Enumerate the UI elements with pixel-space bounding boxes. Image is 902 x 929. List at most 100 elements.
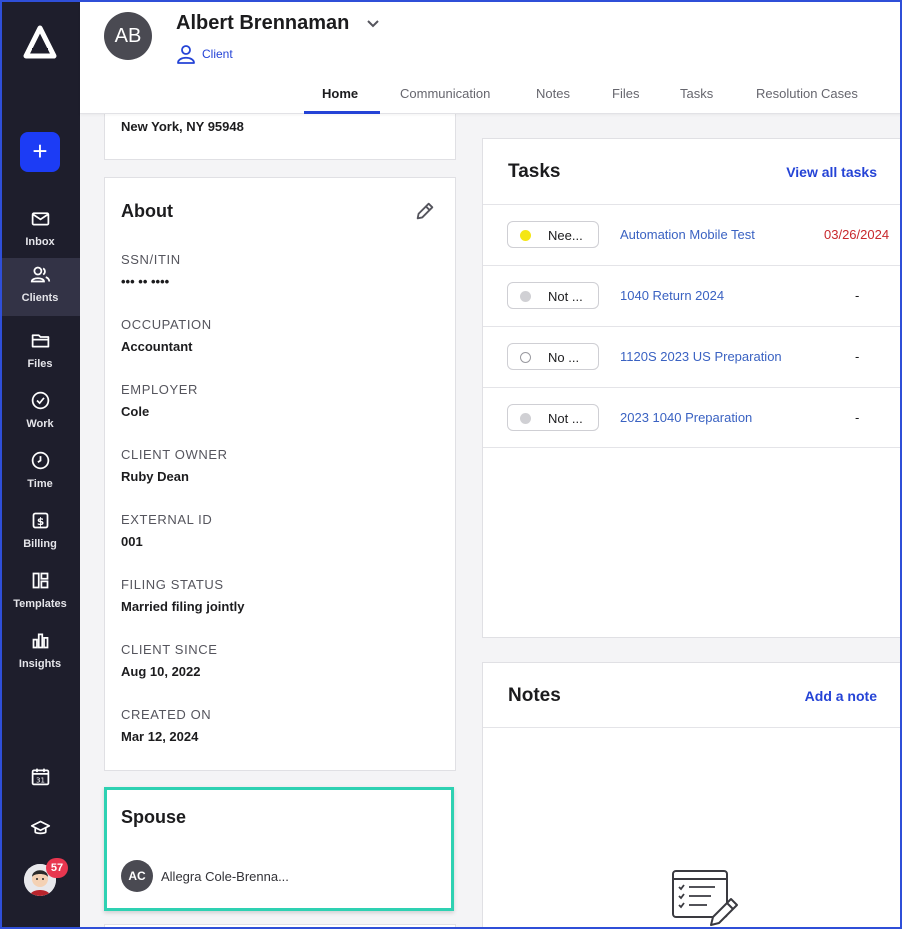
task-row[interactable]: No ... 1120S 2023 US Preparation -	[483, 326, 902, 387]
tab-files[interactable]: Files	[612, 86, 639, 101]
field-employer: EMPLOYER Cole	[121, 382, 198, 419]
spouse-name-link[interactable]: Allegra Cole-Brenna...	[161, 869, 289, 884]
app-logo-icon[interactable]	[22, 24, 58, 60]
field-label: CLIENT OWNER	[121, 447, 228, 462]
view-all-tasks-link[interactable]: View all tasks	[786, 164, 877, 180]
sidebar-item-label: Billing	[23, 538, 57, 550]
bar-chart-icon	[32, 633, 49, 649]
empty-notes-illustration-icon	[672, 870, 738, 926]
tab-notes[interactable]: Notes	[536, 86, 570, 101]
task-name-link[interactable]: Automation Mobile Test	[620, 227, 755, 242]
sidebar-item-label: Templates	[13, 598, 67, 610]
field-created-on: CREATED ON Mar 12, 2024	[121, 707, 211, 744]
task-due-date: -	[855, 288, 860, 303]
tasks-title: Tasks	[508, 161, 561, 182]
field-client-owner: CLIENT OWNER Ruby Dean	[121, 447, 228, 484]
mail-icon	[31, 212, 50, 226]
sidebar-item-templates[interactable]: Templates	[0, 564, 80, 622]
svg-text:$: $	[37, 516, 44, 528]
sidebar-item-clients[interactable]: Clients	[0, 258, 80, 316]
status-label: Nee...	[548, 228, 583, 243]
next-card-edge	[104, 924, 456, 929]
status-dot	[520, 413, 531, 424]
sidebar-item-inbox[interactable]: Inbox	[0, 202, 80, 260]
graduation-cap-icon[interactable]	[30, 818, 51, 839]
notes-title: Notes	[508, 685, 561, 706]
client-type-label: Client	[202, 47, 233, 61]
tab-resolution-cases[interactable]: Resolution Cases	[756, 86, 858, 101]
field-filing-status: FILING STATUS Married filing jointly	[121, 577, 245, 614]
notes-card: Notes Add a note	[482, 662, 902, 929]
tab-tasks[interactable]: Tasks	[680, 86, 713, 101]
field-occupation: OCCUPATION Accountant	[121, 317, 212, 354]
about-card: About SSN/ITIN ••• •• •••• OCCUPATION Ac…	[104, 177, 456, 771]
sidebar-item-billing[interactable]: $ Billing	[0, 504, 80, 562]
status-label: Not ...	[548, 411, 583, 426]
person-icon	[177, 45, 195, 64]
field-value: Aug 10, 2022	[121, 664, 201, 679]
templates-icon	[32, 572, 49, 589]
status-label: No ...	[548, 350, 580, 365]
task-name-link[interactable]: 2023 1040 Preparation	[620, 410, 752, 425]
tab-home[interactable]: Home	[322, 86, 358, 101]
sidebar-item-label: Clients	[21, 292, 59, 304]
sidebar-item-time[interactable]: Time	[0, 444, 80, 502]
clock-icon	[31, 451, 50, 470]
divider	[483, 727, 902, 728]
tab-communication[interactable]: Communication	[400, 86, 490, 101]
sidebar-item-files[interactable]: Files	[0, 324, 80, 382]
sidebar-item-label: Time	[27, 478, 53, 490]
notification-badge: 57	[46, 858, 68, 878]
status-dropdown[interactable]: Not ...	[507, 282, 599, 309]
status-dropdown[interactable]: Nee...	[507, 221, 599, 248]
task-due-date: -	[855, 349, 860, 364]
field-label: OCCUPATION	[121, 317, 212, 332]
field-label: CLIENT SINCE	[121, 642, 218, 657]
status-label: Not ...	[548, 289, 583, 304]
field-client-since: CLIENT SINCE Aug 10, 2022	[121, 642, 218, 679]
field-value: Mar 12, 2024	[121, 729, 199, 744]
pencil-icon[interactable]	[414, 200, 436, 222]
about-title: About	[121, 201, 173, 221]
sidebar-item-label: Insights	[18, 658, 62, 670]
add-note-link[interactable]: Add a note	[805, 688, 877, 704]
status-dot	[520, 291, 531, 302]
sidebar-item-label: Files	[27, 358, 53, 370]
field-value: 001	[121, 534, 143, 549]
svg-text:31: 31	[36, 777, 45, 785]
task-row[interactable]: Not ... 1040 Return 2024 -	[483, 265, 902, 326]
sidebar-item-label: Inbox	[25, 236, 55, 248]
sidebar-item-work[interactable]: Work	[0, 384, 80, 442]
field-label: SSN/ITIN	[121, 252, 181, 267]
sidebar-item-label: Work	[26, 418, 54, 430]
users-icon	[30, 266, 51, 283]
task-due-date: 03/26/2024	[824, 227, 890, 242]
status-dot	[520, 352, 531, 363]
client-name[interactable]: Albert Brennaman	[176, 12, 349, 35]
client-header: AB Albert Brennaman Client Home Communic…	[80, 0, 902, 114]
task-name-link[interactable]: 1040 Return 2024	[620, 288, 724, 303]
spouse-title: Spouse	[121, 807, 187, 827]
field-value: Married filing jointly	[121, 599, 245, 614]
status-dropdown[interactable]: Not ...	[507, 404, 599, 431]
field-label: EXTERNAL ID	[121, 512, 213, 527]
address-city-line: New York, NY 95948	[121, 119, 244, 134]
chevron-down-icon[interactable]	[366, 16, 380, 30]
active-tab-indicator	[304, 111, 380, 114]
sidebar-item-insights[interactable]: Insights	[0, 624, 80, 682]
calendar-icon[interactable]: 31	[30, 766, 51, 787]
field-label: FILING STATUS	[121, 577, 224, 592]
task-row[interactable]: Not ... 2023 1040 Preparation -	[483, 387, 902, 448]
client-avatar: AB	[104, 12, 152, 60]
add-new-button[interactable]: +	[20, 132, 60, 172]
task-due-date: -	[855, 410, 860, 425]
task-name-link[interactable]: 1120S 2023 US Preparation	[620, 349, 782, 364]
field-label: EMPLOYER	[121, 382, 199, 397]
field-value: Accountant	[121, 339, 193, 354]
field-value: Ruby Dean	[121, 469, 189, 484]
status-dropdown[interactable]: No ...	[507, 343, 599, 370]
field-value: Cole	[121, 404, 150, 419]
dollar-icon: $	[32, 512, 49, 529]
task-row[interactable]: Nee... Automation Mobile Test 03/26/2024	[483, 204, 902, 265]
field-ssn: SSN/ITIN ••• •• ••••	[121, 252, 181, 289]
